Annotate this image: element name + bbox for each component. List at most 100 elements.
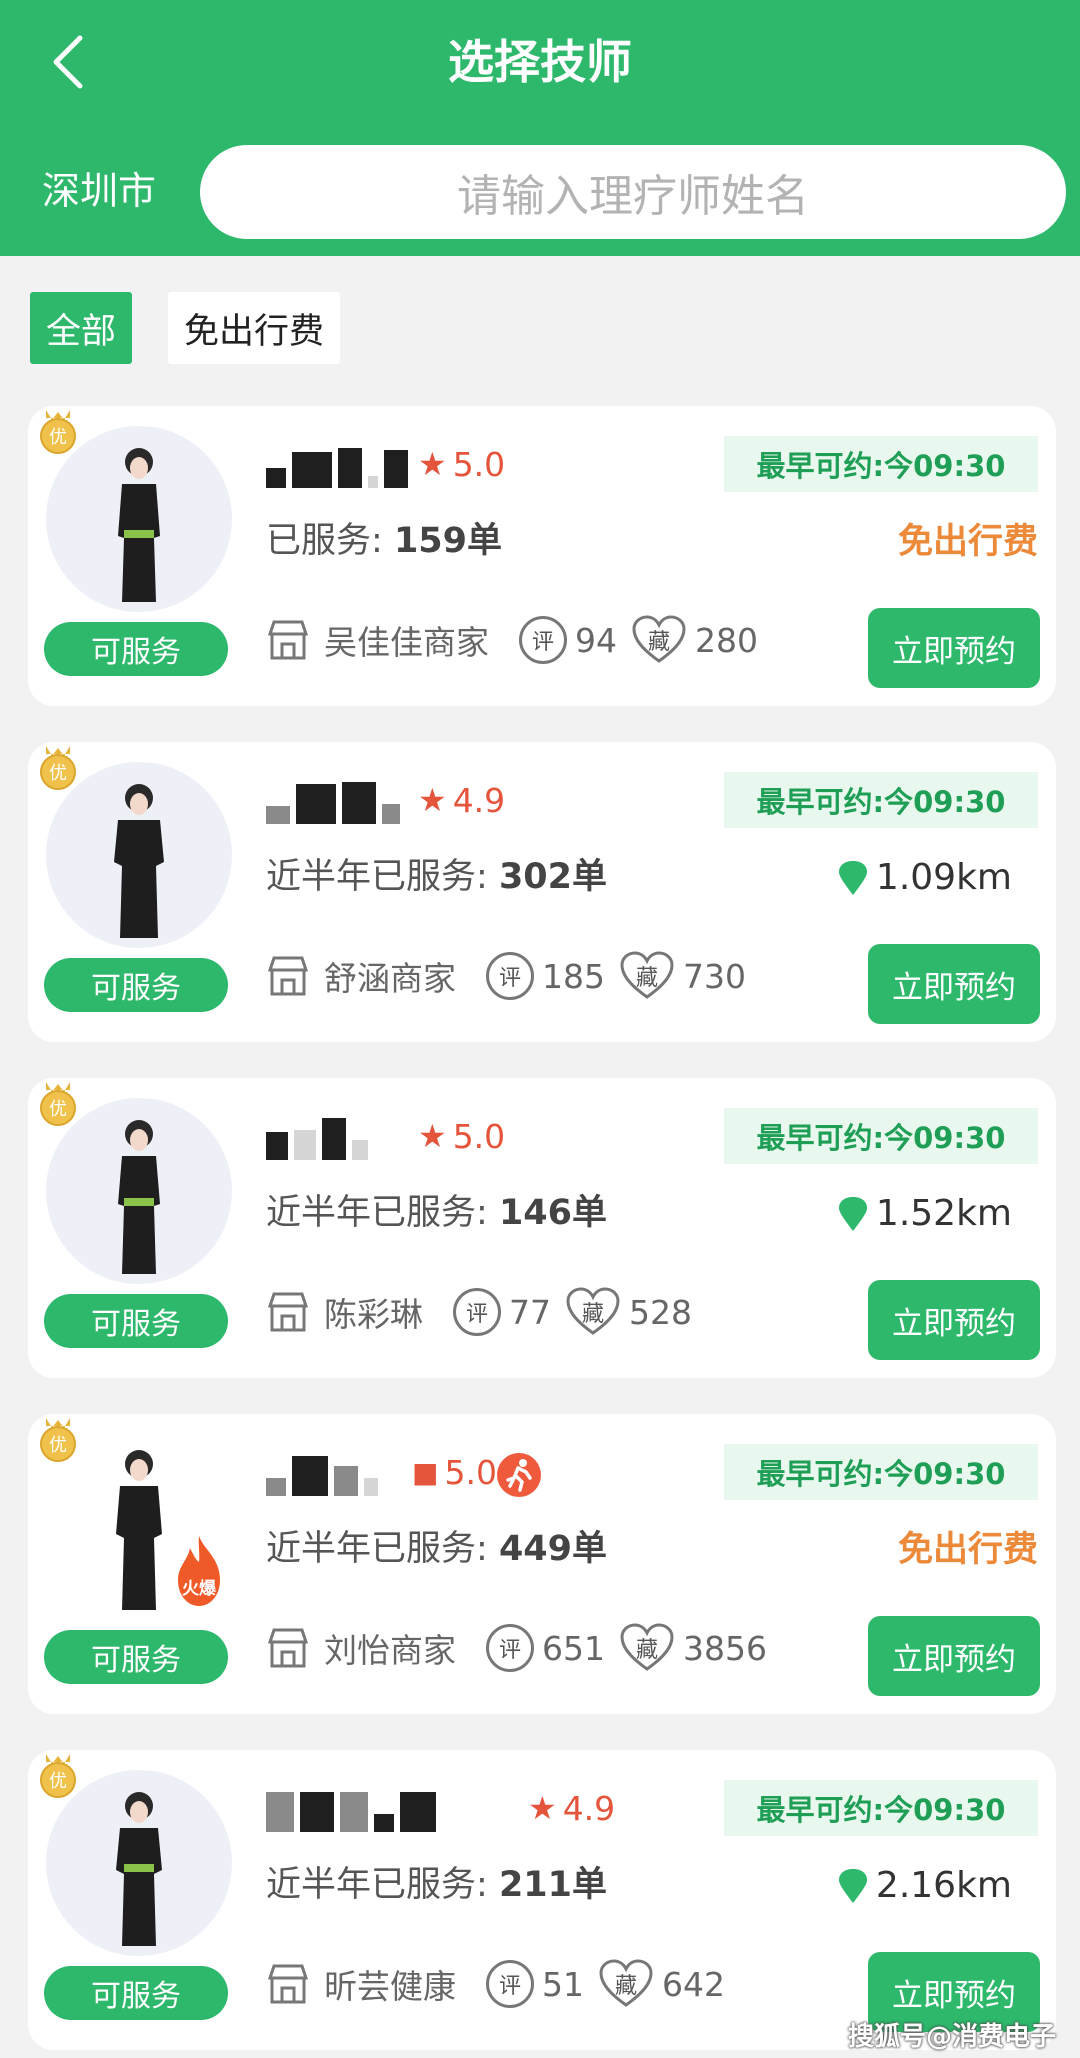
earliest-time-badge: 最早可约:今09:30 bbox=[724, 1444, 1038, 1500]
search-input[interactable]: 请输入理疗师姓名 bbox=[200, 145, 1066, 239]
status-available: 可服务 bbox=[44, 1630, 228, 1684]
favorite-icon: 藏 bbox=[598, 1959, 654, 2009]
favorite-count: 280 bbox=[695, 620, 758, 660]
review-count: 77 bbox=[509, 1292, 551, 1332]
rating: ★ 4.9 bbox=[418, 780, 506, 820]
name-redacted bbox=[266, 1112, 368, 1160]
book-now-button[interactable]: 立即预约 bbox=[868, 608, 1040, 688]
name-redacted bbox=[266, 776, 400, 824]
favorite-icon: 藏 bbox=[565, 1287, 621, 1337]
status-available: 可服务 bbox=[44, 1966, 228, 2020]
shop-name: 陈彩琳 bbox=[324, 1295, 423, 1334]
star-icon: ★ bbox=[418, 445, 447, 483]
star-icon: ■ bbox=[412, 1455, 439, 1489]
star-icon: ★ bbox=[418, 1117, 447, 1155]
favorite-icon: 藏 bbox=[619, 1623, 675, 1673]
review-count: 51 bbox=[542, 1964, 584, 2004]
technician-card[interactable]: 火爆 优 可服务 ■ 5.0 最早可约:今09:30 近半年已服务: 449单 … bbox=[28, 1414, 1056, 1714]
shop-icon bbox=[267, 620, 309, 660]
shop-name: 刘怡商家 bbox=[324, 1631, 456, 1670]
book-now-button[interactable]: 立即预约 bbox=[868, 1280, 1040, 1360]
card-meta: 舒涵商家 评 185 藏 730 bbox=[264, 948, 760, 1004]
svg-text:优: 优 bbox=[49, 427, 67, 448]
medal-icon: 优 bbox=[40, 1082, 76, 1126]
header-bar: 选择技师 深圳市 请输入理疗师姓名 bbox=[0, 0, 1080, 256]
review-icon: 评 bbox=[486, 952, 534, 1000]
svg-text:火爆: 火爆 bbox=[182, 1579, 217, 1599]
earliest-time-badge: 最早可约:今09:30 bbox=[724, 436, 1038, 492]
medal-icon: 优 bbox=[40, 1754, 76, 1798]
svg-text:优: 优 bbox=[49, 1435, 67, 1456]
review-count: 94 bbox=[575, 620, 617, 660]
rating: ■ 5.0 bbox=[412, 1452, 497, 1492]
status-available: 可服务 bbox=[44, 1294, 228, 1348]
filter-free-fee[interactable]: 免出行费 bbox=[168, 292, 341, 364]
served-count: 近半年已服务: 302单 bbox=[266, 857, 607, 897]
svg-text:优: 优 bbox=[49, 1771, 67, 1792]
free-fee-tag: 免出行费 bbox=[897, 1530, 1038, 1570]
medal-icon: 优 bbox=[40, 746, 76, 790]
medal-icon: 优 bbox=[40, 410, 76, 454]
name-redacted bbox=[266, 1448, 378, 1496]
served-count: 近半年已服务: 449单 bbox=[266, 1529, 607, 1569]
running-icon bbox=[497, 1453, 541, 1497]
svg-text:优: 优 bbox=[49, 1099, 67, 1120]
rating: ★ 5.0 bbox=[418, 444, 506, 484]
shop-icon bbox=[267, 1292, 309, 1332]
watermark: 搜狐号@消费电子 bbox=[847, 2022, 1056, 2052]
location-pin-icon bbox=[838, 861, 867, 895]
city-selector[interactable]: 深圳市 bbox=[42, 165, 156, 217]
free-fee-tag: 免出行费 bbox=[897, 522, 1038, 562]
status-available: 可服务 bbox=[44, 622, 228, 676]
technician-card[interactable]: 优 可服务 ★ 5.0 最早可约:今09:30 已服务: 159单 免出行费 吴… bbox=[28, 406, 1056, 706]
svg-text:优: 优 bbox=[49, 763, 67, 784]
technician-card[interactable]: 优 可服务 ★ 4.9 最早可约:今09:30 近半年已服务: 302单 1.0… bbox=[28, 742, 1056, 1042]
served-count: 已服务: 159单 bbox=[266, 521, 502, 561]
card-meta: 刘怡商家 评 651 藏 3856 bbox=[264, 1620, 781, 1676]
shop-icon bbox=[267, 956, 309, 996]
technician-card[interactable]: 优 可服务 ★ 5.0 最早可约:今09:30 近半年已服务: 146单 1.5… bbox=[28, 1078, 1056, 1378]
medal-icon: 优 bbox=[40, 1418, 76, 1462]
earliest-time-badge: 最早可约:今09:30 bbox=[724, 772, 1038, 828]
favorite-count: 528 bbox=[629, 1292, 692, 1332]
distance: 1.52km bbox=[838, 1190, 1012, 1238]
review-icon: 评 bbox=[519, 616, 567, 664]
card-meta: 陈彩琳 评 77 藏 528 bbox=[264, 1284, 706, 1340]
review-icon: 评 bbox=[453, 1288, 501, 1336]
review-icon: 评 bbox=[486, 1960, 534, 2008]
card-meta: 吴佳佳商家 评 94 藏 280 bbox=[264, 612, 772, 668]
location-pin-icon bbox=[838, 1197, 867, 1231]
favorite-count: 642 bbox=[662, 1964, 725, 2004]
star-icon: ★ bbox=[528, 1789, 557, 1827]
served-count: 近半年已服务: 211单 bbox=[266, 1865, 607, 1905]
review-count: 651 bbox=[542, 1628, 605, 1668]
favorite-count: 3856 bbox=[683, 1628, 767, 1668]
review-count: 185 bbox=[542, 956, 605, 996]
book-now-button[interactable]: 立即预约 bbox=[868, 944, 1040, 1024]
technician-card[interactable]: 优 可服务 ★ 4.9 最早可约:今09:30 近半年已服务: 211单 2.1… bbox=[28, 1750, 1056, 2050]
shop-name: 昕芸健康 bbox=[324, 1967, 456, 2006]
filter-all[interactable]: 全部 bbox=[30, 292, 133, 364]
rating: ★ 4.9 bbox=[528, 1788, 616, 1828]
status-available: 可服务 bbox=[44, 958, 228, 1012]
name-redacted bbox=[266, 440, 408, 488]
favorite-icon: 藏 bbox=[631, 615, 687, 665]
hot-badge-icon: 火爆 bbox=[178, 1536, 220, 1606]
distance: 1.09km bbox=[838, 854, 1012, 902]
shop-icon bbox=[267, 1964, 309, 2004]
card-meta: 昕芸健康 评 51 藏 642 bbox=[264, 1956, 739, 2012]
shop-name: 舒涵商家 bbox=[324, 959, 456, 998]
review-icon: 评 bbox=[486, 1624, 534, 1672]
filter-bar: 全部 免出行费 bbox=[30, 292, 341, 364]
name-redacted bbox=[266, 1784, 436, 1832]
served-count: 近半年已服务: 146单 bbox=[266, 1193, 607, 1233]
location-pin-icon bbox=[838, 1869, 867, 1903]
earliest-time-badge: 最早可约:今09:30 bbox=[724, 1108, 1038, 1164]
star-icon: ★ bbox=[418, 781, 447, 819]
favorite-icon: 藏 bbox=[619, 951, 675, 1001]
earliest-time-badge: 最早可约:今09:30 bbox=[724, 1780, 1038, 1836]
book-now-button[interactable]: 立即预约 bbox=[868, 1616, 1040, 1696]
rating: ★ 5.0 bbox=[418, 1116, 506, 1156]
distance: 2.16km bbox=[838, 1862, 1012, 1910]
shop-icon bbox=[267, 1628, 309, 1668]
